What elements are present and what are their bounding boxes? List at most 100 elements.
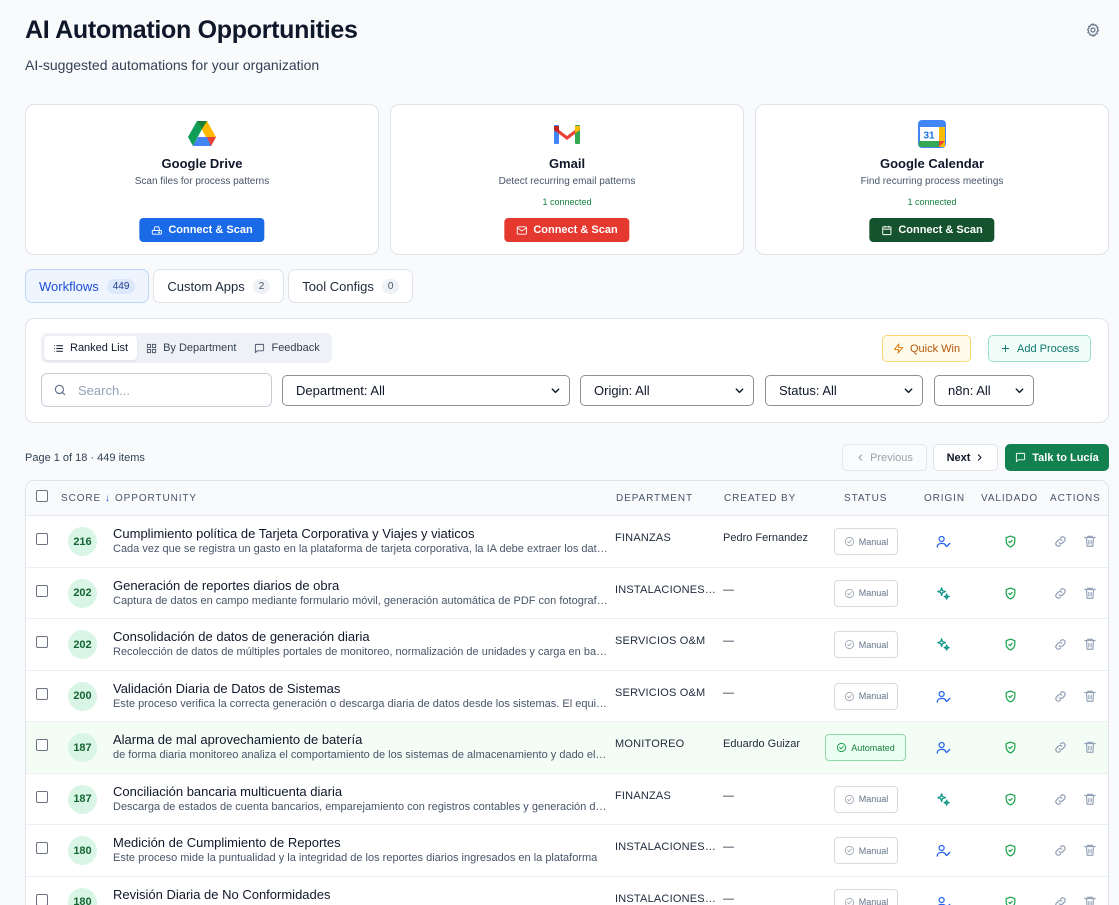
status-label: Automated bbox=[851, 742, 895, 753]
quick-win-button[interactable]: Quick Win bbox=[882, 335, 972, 362]
view-ranked-list[interactable]: Ranked List bbox=[44, 336, 138, 360]
status-badge: Manual bbox=[834, 785, 898, 813]
trash-icon[interactable] bbox=[1083, 895, 1097, 905]
connect-scan-button-gmail[interactable]: Connect & Scan bbox=[504, 218, 630, 242]
trash-icon[interactable] bbox=[1083, 792, 1097, 806]
row-checkbox[interactable] bbox=[36, 533, 48, 545]
search-icon bbox=[54, 384, 66, 396]
next-page-button[interactable]: Next bbox=[933, 444, 998, 471]
tab-workflows[interactable]: Workflows 449 bbox=[25, 269, 150, 303]
table-row[interactable]: 216 Cumplimiento política de Tarjeta Corp… bbox=[26, 516, 1108, 568]
opportunity-title[interactable]: Medición de Cumplimiento de Reportes bbox=[113, 835, 341, 850]
calendar-icon bbox=[882, 225, 892, 235]
opportunity-title[interactable]: Revisión Diaria de No Conformidades bbox=[113, 887, 331, 902]
chevron-down-icon bbox=[735, 388, 744, 394]
score-badge: 216 bbox=[68, 527, 97, 556]
created-by-cell: — bbox=[723, 841, 734, 853]
n8n-filter-select[interactable]: n8n: All bbox=[934, 375, 1034, 406]
shield-check-icon[interactable] bbox=[1004, 895, 1017, 905]
gear-icon[interactable] bbox=[1085, 22, 1101, 38]
row-checkbox[interactable] bbox=[36, 687, 48, 700]
status-label: Manual bbox=[858, 845, 889, 856]
shield-check-icon[interactable] bbox=[1004, 638, 1017, 651]
hard-drive-icon bbox=[151, 225, 162, 235]
created-by-cell: Pedro Fernandez bbox=[723, 532, 808, 544]
tab-label: Workflows bbox=[39, 278, 99, 294]
shield-check-icon[interactable] bbox=[1004, 844, 1017, 857]
department-cell: MONITOREO bbox=[615, 738, 685, 750]
shield-check-icon[interactable] bbox=[1004, 535, 1017, 548]
column-score[interactable]: SCORE ↓ bbox=[61, 493, 111, 504]
svg-text:31: 31 bbox=[923, 131, 935, 142]
google-drive-icon bbox=[188, 121, 216, 146]
opportunity-title[interactable]: Generación de reportes diarios de obra bbox=[113, 578, 339, 593]
row-checkbox[interactable] bbox=[36, 739, 48, 751]
table-row[interactable]: 180 Medición de Cumplimiento de Reportes E… bbox=[26, 825, 1108, 877]
trash-icon[interactable] bbox=[1083, 586, 1097, 600]
grid-icon bbox=[147, 343, 157, 353]
search-input[interactable] bbox=[78, 382, 248, 398]
created-by-cell: Eduardo Guizar bbox=[723, 738, 801, 750]
table-row[interactable]: 180 Revisión Diaria de No Conformidades IN… bbox=[26, 877, 1108, 905]
trash-icon[interactable] bbox=[1083, 843, 1097, 857]
chevron-down-icon bbox=[904, 388, 913, 394]
user-check-icon bbox=[936, 895, 951, 905]
trash-icon[interactable] bbox=[1083, 740, 1097, 754]
previous-page-button[interactable]: Previous bbox=[842, 444, 927, 471]
link-icon[interactable] bbox=[1053, 895, 1068, 905]
connect-scan-button-drive[interactable]: Connect & Scan bbox=[139, 218, 265, 242]
row-checkbox[interactable] bbox=[36, 842, 48, 854]
trash-icon[interactable] bbox=[1083, 689, 1097, 703]
department-cell: FINANZAS bbox=[615, 789, 671, 802]
link-icon[interactable] bbox=[1053, 637, 1068, 652]
opportunity-title[interactable]: Validación Diaria de Datos de Sistemas bbox=[113, 681, 340, 696]
table-row[interactable]: 202 Generación de reportes diarios de obr… bbox=[26, 568, 1108, 619]
score-badge: 187 bbox=[68, 784, 97, 814]
table-row[interactable]: 187 Alarma de mal aprovechamiento de bate… bbox=[26, 722, 1108, 774]
integration-cards: Google Drive Scan files for process patt… bbox=[25, 104, 1109, 255]
opportunity-title[interactable]: Consolidación de datos de generación dia… bbox=[113, 629, 370, 644]
status-badge: Manual bbox=[834, 682, 898, 710]
connect-scan-button-calendar[interactable]: Connect & Scan bbox=[869, 218, 995, 242]
tab-custom-apps[interactable]: Custom Apps 2 bbox=[153, 269, 285, 303]
view-by-department[interactable]: By Department bbox=[137, 336, 245, 360]
table-row[interactable]: 200 Validación Diaria de Datos de Sistema… bbox=[26, 671, 1108, 722]
row-checkbox[interactable] bbox=[36, 636, 48, 648]
opportunity-title[interactable]: Conciliación bancaria multicuenta diaria bbox=[113, 784, 342, 799]
link-icon[interactable] bbox=[1053, 740, 1068, 755]
talk-to-lucia-button[interactable]: Talk to Lucía bbox=[1005, 444, 1109, 471]
trash-icon[interactable] bbox=[1083, 637, 1097, 651]
link-icon[interactable] bbox=[1053, 792, 1068, 807]
integration-name: Google Drive bbox=[161, 156, 243, 171]
link-icon[interactable] bbox=[1053, 586, 1068, 601]
status-badge: Manual bbox=[834, 528, 898, 555]
row-checkbox[interactable] bbox=[36, 790, 48, 803]
integration-description: Scan files for process patterns bbox=[134, 176, 270, 187]
quick-win-label: Quick Win bbox=[910, 342, 961, 355]
status-badge: Manual bbox=[834, 837, 898, 864]
view-label: Feedback bbox=[271, 342, 320, 354]
select-all-checkbox[interactable] bbox=[36, 490, 48, 502]
shield-check-icon[interactable] bbox=[1004, 792, 1017, 806]
table-row[interactable]: 187 Conciliación bancaria multicuenta dia… bbox=[26, 774, 1108, 825]
status-filter-select[interactable]: Status: All bbox=[765, 375, 923, 406]
row-checkbox[interactable] bbox=[36, 893, 48, 905]
opportunity-title[interactable]: Cumplimiento política de Tarjeta Corpora… bbox=[113, 526, 475, 541]
shield-check-icon[interactable] bbox=[1004, 741, 1017, 754]
link-icon[interactable] bbox=[1053, 534, 1068, 549]
trash-icon[interactable] bbox=[1083, 534, 1097, 548]
origin-filter-select[interactable]: Origin: All bbox=[580, 375, 754, 406]
shield-check-icon[interactable] bbox=[1004, 586, 1017, 600]
tab-tool-configs[interactable]: Tool Configs 0 bbox=[288, 269, 414, 303]
row-checkbox[interactable] bbox=[36, 584, 48, 597]
link-icon[interactable] bbox=[1053, 689, 1068, 704]
google-calendar-icon: 31 bbox=[918, 120, 946, 148]
opportunity-title[interactable]: Alarma de mal aprovechamiento de batería bbox=[113, 732, 362, 747]
department-cell: FINANZAS bbox=[615, 532, 671, 544]
table-row[interactable]: 202 Consolidación de datos de generación … bbox=[26, 619, 1108, 671]
view-feedback[interactable]: Feedback bbox=[245, 336, 328, 360]
shield-check-icon[interactable] bbox=[1004, 689, 1017, 703]
link-icon[interactable] bbox=[1053, 843, 1068, 858]
add-process-button[interactable]: Add Process bbox=[988, 335, 1092, 362]
department-filter-select[interactable]: Department: All bbox=[282, 375, 570, 406]
